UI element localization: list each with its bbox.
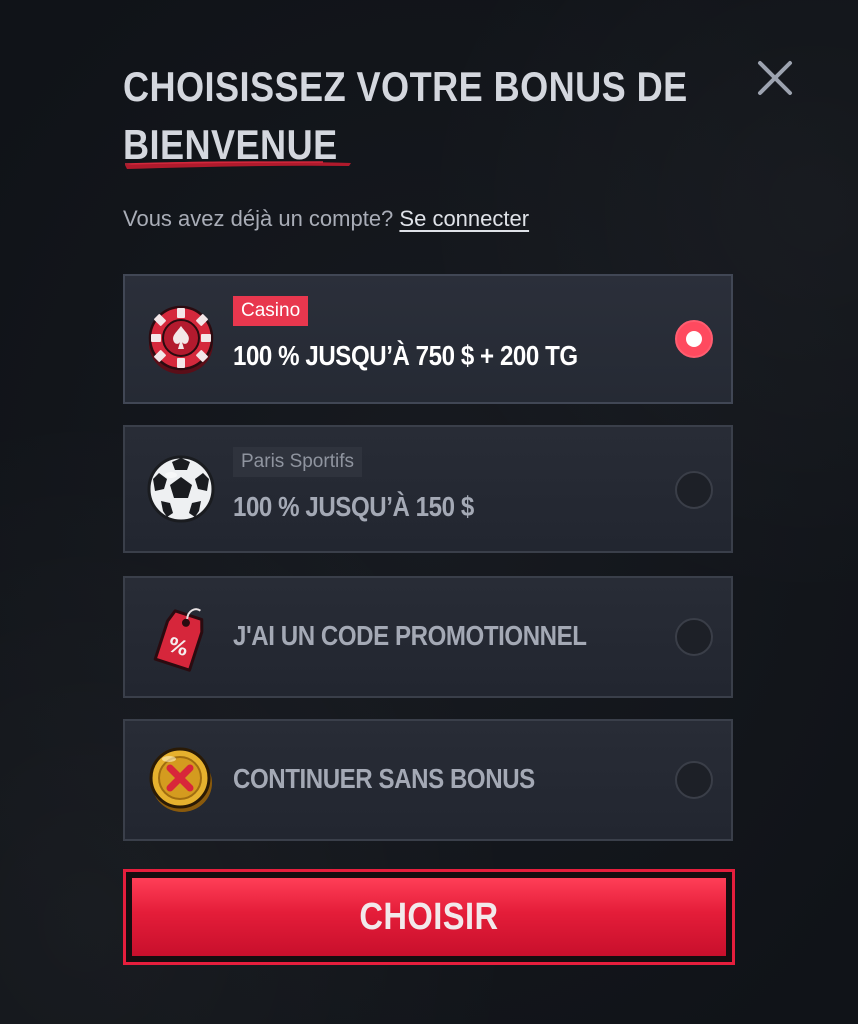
title-line-1: CHOISISSEZ VOTRE BONUS DE: [123, 63, 688, 110]
account-prompt-row: Vous avez déjà un compte? Se connecter: [123, 206, 529, 232]
option-label-no-bonus: CONTINUER SANS BONUS: [233, 763, 535, 794]
category-tag-sports: Paris Sportifs: [233, 447, 362, 477]
bonus-option-promo-code[interactable]: % J'AI UN CODE PROMOTIONNEL: [123, 576, 733, 698]
radio-sports[interactable]: [675, 471, 713, 509]
account-prompt: Vous avez déjà un compte?: [123, 206, 394, 231]
bonus-modal: CHOISISSEZ VOTRE BONUS DE BIENVENUE Vous…: [123, 0, 792, 1024]
bonus-option-no-bonus[interactable]: CONTINUER SANS BONUS: [123, 719, 733, 841]
promo-tag-icon: %: [153, 608, 204, 672]
casino-chip-icon: [148, 305, 214, 374]
radio-no-bonus[interactable]: [675, 761, 713, 799]
close-button[interactable]: [755, 58, 795, 98]
radio-promo-code[interactable]: [675, 618, 713, 656]
option-label-casino: 100 % JUSQU’À 750 $ + 200 TG: [233, 340, 578, 371]
login-link[interactable]: Se connecter: [399, 206, 529, 231]
category-tag-casino: Casino: [233, 296, 309, 326]
bonus-option-sports[interactable]: Paris Sportifs 100 % JUSQU’À 150 $: [123, 425, 733, 553]
radio-casino-selected[interactable]: [675, 320, 713, 358]
option-label-promo-code: J'AI UN CODE PROMOTIONNEL: [233, 620, 587, 651]
option-label-sports: 100 % JUSQU’À 150 $: [233, 491, 474, 522]
soccer-ball-icon: [147, 455, 215, 523]
page-title: CHOISISSEZ VOTRE BONUS DE BIENVENUE: [123, 58, 688, 174]
choose-button-face: CHOISIR: [132, 878, 726, 956]
title-underline-brush: [124, 161, 351, 169]
bonus-option-casino[interactable]: Casino 100 % JUSQU’À 750 $ + 200 TG: [123, 274, 733, 404]
no-bonus-coin-icon: [149, 747, 212, 812]
choose-button[interactable]: CHOISIR: [123, 869, 735, 965]
choose-button-label: CHOISIR: [359, 895, 499, 938]
close-icon: [758, 61, 792, 95]
